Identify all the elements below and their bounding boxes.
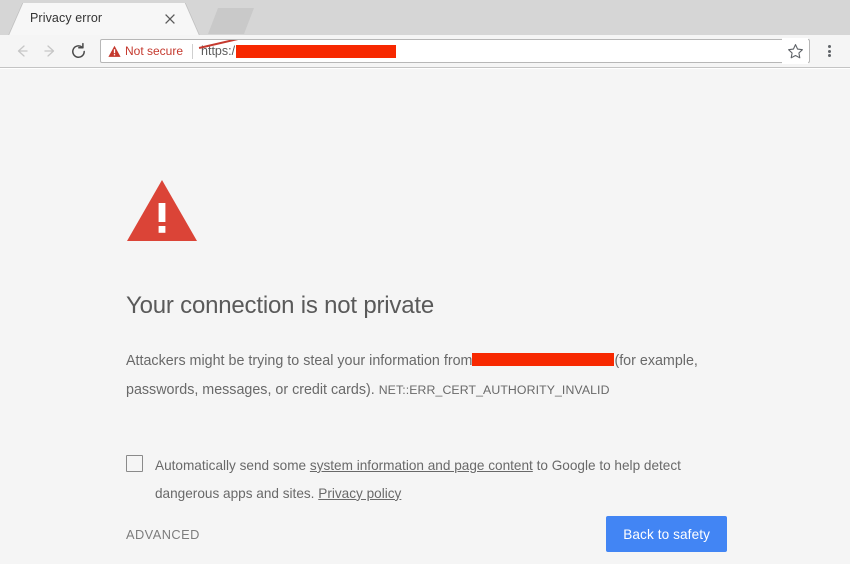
- arrow-right-icon[interactable]: [36, 37, 64, 65]
- back-to-safety-button[interactable]: Back to safety: [606, 516, 727, 552]
- hostname-redaction-bar: [472, 352, 615, 366]
- url-redaction-bar: [236, 44, 397, 58]
- interstitial-footer: ADVANCED Back to safety: [126, 516, 727, 552]
- warning-triangle-icon: [126, 179, 198, 243]
- privacy-policy-link[interactable]: Privacy policy: [318, 486, 401, 501]
- browser-toolbar: Not secure https:/: [0, 35, 850, 68]
- send-report-text-before: Automatically send some: [155, 457, 310, 473]
- tab-strip: Privacy error: [0, 0, 850, 35]
- warning-triangle-icon: [108, 45, 121, 57]
- three-dot-menu-icon[interactable]: [816, 38, 842, 64]
- reload-icon[interactable]: [64, 37, 92, 65]
- menu-dot: [827, 45, 831, 48]
- arrow-left-icon[interactable]: [8, 37, 36, 65]
- new-tab-placeholder[interactable]: [208, 8, 254, 34]
- omnibox[interactable]: Not secure https:/: [100, 39, 810, 63]
- error-description-part1: Attackers might be trying to steal your …: [126, 352, 473, 369]
- menu-dot: [827, 54, 831, 57]
- page-title: Your connection is not private: [126, 292, 434, 319]
- interstitial-content: Your connection is not private Attackers…: [126, 179, 726, 508]
- omnibox-divider: [192, 43, 194, 59]
- send-report-row: Automatically send some system informati…: [126, 452, 726, 508]
- url-text[interactable]: https:/: [198, 40, 809, 62]
- tab-title: Privacy error: [30, 11, 103, 25]
- send-report-label: Automatically send some system informati…: [155, 452, 685, 508]
- menu-dot: [827, 49, 831, 53]
- error-code: NET::ERR_CERT_AUTHORITY_INVALID: [378, 382, 610, 397]
- system-information-link[interactable]: system information and page content: [310, 458, 533, 473]
- star-icon[interactable]: [782, 38, 808, 64]
- tab-privacy-error[interactable]: Privacy error: [8, 3, 200, 35]
- advanced-button[interactable]: ADVANCED: [126, 527, 200, 542]
- error-description: Attackers might be trying to steal your …: [126, 347, 726, 405]
- security-indicator[interactable]: Not secure: [108, 44, 183, 58]
- browser-window: Privacy error Not secure https:/ Your co…: [0, 0, 850, 564]
- close-icon[interactable]: [162, 11, 178, 27]
- send-report-checkbox[interactable]: [126, 454, 143, 472]
- not-secure-label: Not secure: [125, 44, 184, 58]
- interstitial-page: Your connection is not private Attackers…: [0, 69, 850, 564]
